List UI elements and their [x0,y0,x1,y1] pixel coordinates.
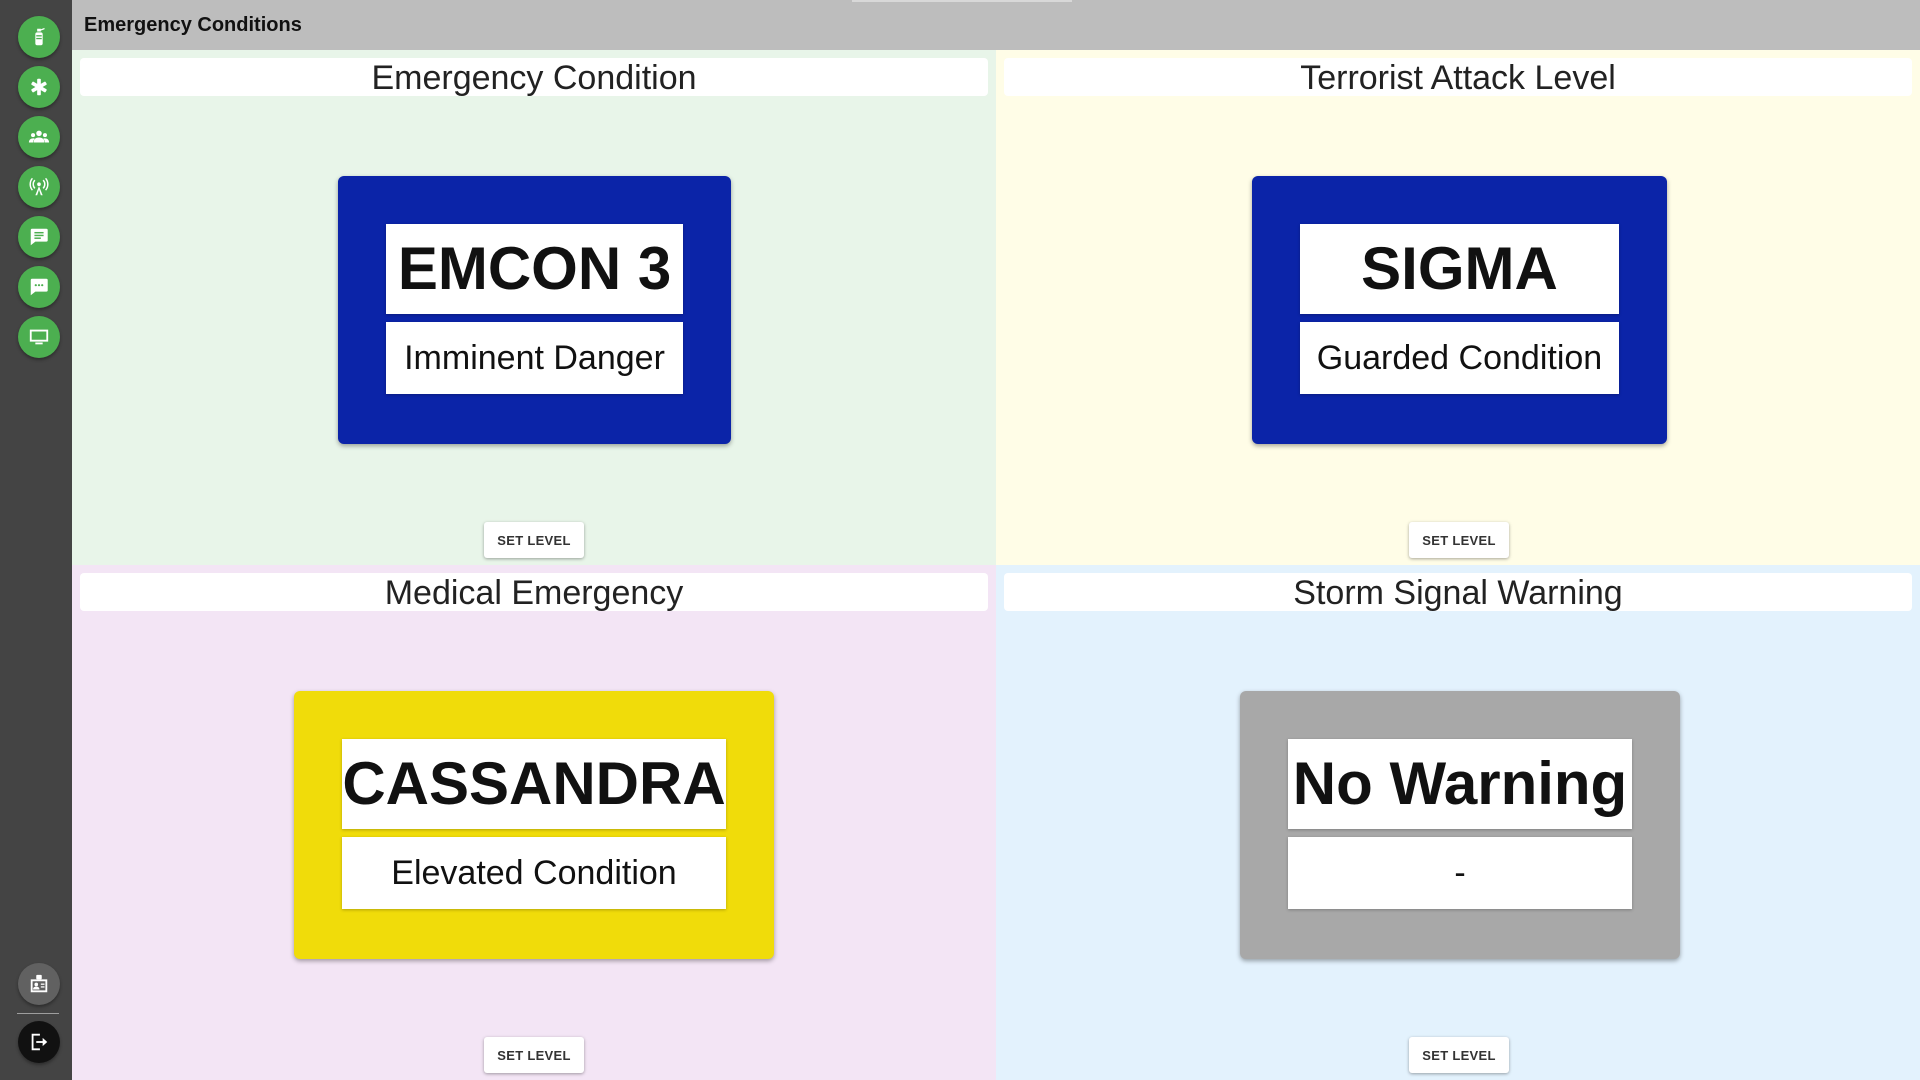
sidebar [0,0,72,1080]
logout-button[interactable] [18,1021,60,1063]
section-title: Storm Signal Warning [1004,573,1912,612]
set-level-button[interactable]: SET LEVEL [484,522,584,558]
nav-radio-button[interactable] [18,166,60,208]
nav-fire-extinguisher-button[interactable] [18,16,60,58]
level-description: Elevated Condition [342,837,726,909]
set-level-button[interactable]: SET LEVEL [484,1037,584,1073]
level-panel: EMCON 3 Imminent Danger [338,176,731,444]
message-icon [30,228,48,246]
nav-profile-button[interactable] [18,963,60,1005]
nav-message-button[interactable] [18,216,60,258]
section-title: Medical Emergency [80,573,988,612]
set-level-button[interactable]: SET LEVEL [1409,522,1509,558]
page-title: Emergency Conditions [84,14,302,36]
level-description: Guarded Condition [1300,322,1619,394]
medical-star-icon [31,78,47,96]
medical-emergency-section: Medical Emergency CASSANDRA Elevated Con… [72,565,996,1080]
level-description: Imminent Danger [386,322,683,394]
nav-medical-button[interactable] [18,66,60,108]
nav-chat-button[interactable] [18,266,60,308]
terrorist-attack-level-section: Terrorist Attack Level SIGMA Guarded Con… [996,50,1920,565]
top-bar-handle [852,0,1072,2]
top-bar: Emergency Conditions [72,0,1920,50]
level-code: EMCON 3 [386,224,683,314]
level-panel: CASSANDRA Elevated Condition [294,691,774,959]
level-code: SIGMA [1300,224,1619,314]
radio-tower-icon [29,177,49,196]
people-group-icon [28,130,50,143]
storm-signal-warning-section: Storm Signal Warning No Warning - SET LE… [996,565,1920,1080]
level-code: No Warning [1288,739,1632,829]
logout-icon [31,1033,48,1051]
fire-extinguisher-icon [35,27,45,46]
section-title: Terrorist Attack Level [1004,58,1912,97]
section-title: Emergency Condition [80,58,988,97]
conditions-grid: Emergency Condition EMCON 3 Imminent Dan… [72,50,1920,1080]
nav-people-button[interactable] [18,116,60,158]
level-panel: SIGMA Guarded Condition [1252,176,1667,444]
emergency-condition-section: Emergency Condition EMCON 3 Imminent Dan… [72,50,996,565]
id-badge-icon [30,974,48,993]
nav-monitor-button[interactable] [18,316,60,358]
level-panel: No Warning - [1240,691,1680,959]
level-code: CASSANDRA [342,739,726,829]
level-description: - [1288,837,1632,909]
monitor-icon [29,329,49,345]
set-level-button[interactable]: SET LEVEL [1409,1037,1509,1073]
chat-dots-icon [30,278,48,296]
sidebar-divider [17,1013,59,1014]
